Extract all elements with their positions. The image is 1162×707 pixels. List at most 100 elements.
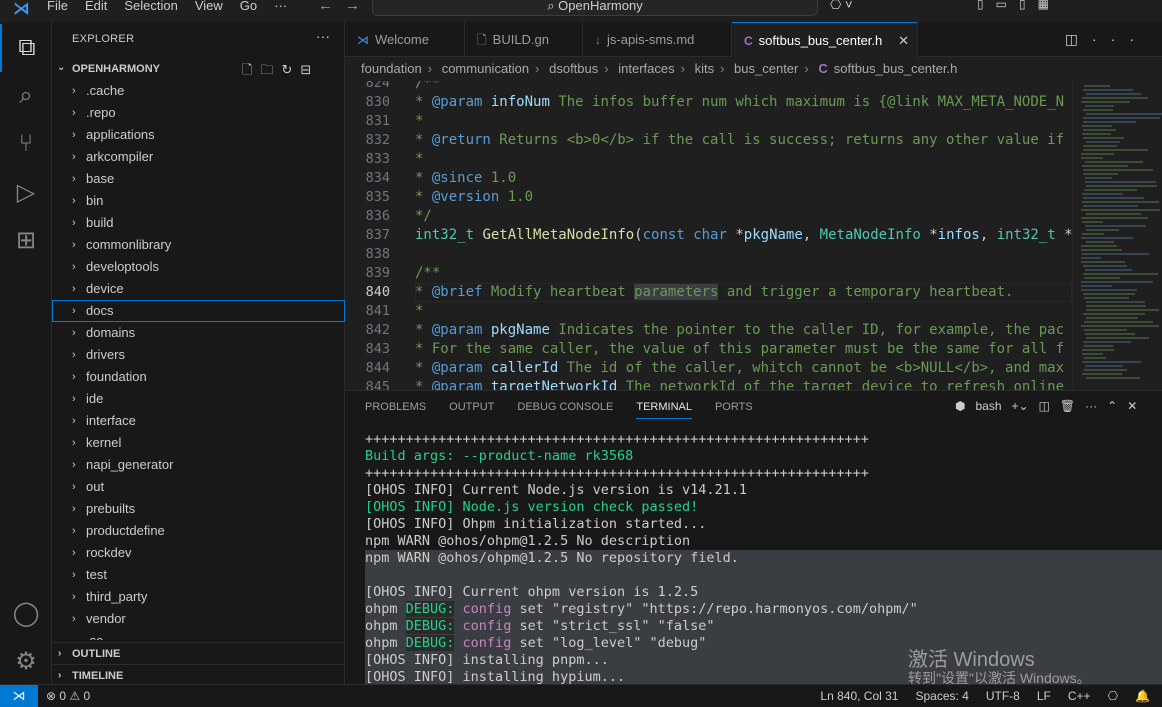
- tree-item[interactable]: › bin: [52, 190, 345, 212]
- tree-item[interactable]: › napi_generator: [52, 454, 345, 476]
- tree-item[interactable]: › ide: [52, 388, 345, 410]
- close-panel-icon[interactable]: ✕: [1127, 399, 1137, 413]
- refresh-icon[interactable]: ↻: [281, 62, 300, 77]
- toggle-sidebar-icon[interactable]: ▯: [977, 0, 984, 11]
- tree-item[interactable]: › prebuilts: [52, 498, 345, 520]
- tab-ports[interactable]: PORTS: [715, 401, 753, 419]
- line-number: 835: [365, 189, 390, 205]
- tab-problems[interactable]: PROBLEMS: [365, 401, 426, 419]
- breadcrumb-item[interactable]: bus_center: [734, 61, 798, 76]
- tab-js-apis-sms[interactable]: ↓ js-apis-sms.md: [583, 22, 732, 57]
- explorer-icon[interactable]: ⧉: [0, 24, 52, 72]
- more-actions-icon[interactable]: ···: [1092, 31, 1148, 47]
- tree-item[interactable]: › foundation: [52, 366, 345, 388]
- collapse-all-icon[interactable]: ⊟: [300, 62, 319, 77]
- settings-gear-icon[interactable]: ⚙: [0, 637, 52, 685]
- tree-item[interactable]: .so: [52, 630, 345, 640]
- tree-item[interactable]: › kernel: [52, 432, 345, 454]
- menu-view[interactable]: View: [195, 0, 223, 13]
- tree-item[interactable]: › base: [52, 168, 345, 190]
- indentation[interactable]: Spaces: 4: [915, 685, 968, 707]
- more-actions-icon[interactable]: ···: [1085, 399, 1097, 413]
- split-editor-icon[interactable]: ◫: [1065, 31, 1092, 47]
- tree-item[interactable]: › third_party: [52, 586, 345, 608]
- minimap[interactable]: [1072, 81, 1162, 390]
- tree-item[interactable]: › arkcompiler: [52, 146, 345, 168]
- problems-count[interactable]: ⊗ 0 ⚠ 0: [46, 685, 90, 707]
- forward-arrow-icon[interactable]: →: [345, 0, 372, 14]
- encoding[interactable]: UTF-8: [986, 685, 1020, 707]
- split-terminal-icon[interactable]: ◫: [1039, 399, 1050, 413]
- tree-item[interactable]: › .repo: [52, 102, 345, 124]
- run-debug-icon[interactable]: ▷: [0, 168, 52, 216]
- tree-item[interactable]: › docs: [52, 300, 345, 322]
- shell-name[interactable]: bash: [975, 399, 1001, 413]
- tree-item[interactable]: › applications: [52, 124, 345, 146]
- cursor-position[interactable]: Ln 840, Col 31: [820, 685, 898, 707]
- tab-welcome[interactable]: ⋊ Welcome: [345, 22, 465, 57]
- tree-item[interactable]: › developtools: [52, 256, 345, 278]
- tab-terminal[interactable]: TERMINAL: [636, 401, 692, 419]
- new-file-icon[interactable]: 🗋: [242, 62, 260, 77]
- close-icon[interactable]: ✕: [898, 23, 909, 58]
- copilot-status-icon[interactable]: ⎔: [1108, 685, 1118, 707]
- breadcrumb-item[interactable]: kits: [695, 61, 715, 76]
- tree-item[interactable]: › .cache: [52, 80, 345, 102]
- menu-go[interactable]: Go: [240, 0, 257, 13]
- tab-softbus-bus-center[interactable]: Csoftbus_bus_center.h ✕: [732, 22, 918, 57]
- account-icon[interactable]: ◯: [0, 589, 52, 637]
- timeline-section[interactable]: › TIMELINE: [52, 664, 345, 686]
- command-center-search[interactable]: ⌕ OpenHarmony: [372, 0, 818, 16]
- tab-debug-console[interactable]: DEBUG CONSOLE: [517, 401, 613, 419]
- tab-output[interactable]: OUTPUT: [449, 401, 494, 419]
- menu-more[interactable]: ···: [274, 0, 287, 13]
- customize-layout-icon[interactable]: ▦: [1038, 0, 1049, 11]
- notifications-icon[interactable]: 🔔: [1135, 685, 1150, 707]
- copilot-icon[interactable]: ⎔ ˅: [830, 0, 853, 13]
- tree-item[interactable]: › interface: [52, 410, 345, 432]
- source-control-icon[interactable]: ⑂: [0, 120, 52, 168]
- breadcrumb-item[interactable]: foundation: [361, 61, 422, 76]
- outline-section[interactable]: › OUTLINE: [52, 642, 345, 664]
- menu-selection[interactable]: Selection: [124, 0, 177, 13]
- tree-item[interactable]: › rockdev: [52, 542, 345, 564]
- tree-item[interactable]: › drivers: [52, 344, 345, 366]
- minimap-line: [1085, 177, 1112, 179]
- more-actions-icon[interactable]: ···: [316, 28, 330, 44]
- tree-item[interactable]: › domains: [52, 322, 345, 344]
- code-editor[interactable]: 824 /** 830 * @param infoNum The infos buf…: [345, 81, 1162, 390]
- breadcrumb-item[interactable]: communication: [442, 61, 529, 76]
- toggle-secondary-sidebar-icon[interactable]: ▯: [1019, 0, 1026, 11]
- tree-item[interactable]: › build: [52, 212, 345, 234]
- new-terminal-icon[interactable]: +⌄: [1012, 399, 1029, 413]
- remote-icon[interactable]: ⋊: [0, 685, 38, 707]
- tree-item[interactable]: › device: [52, 278, 345, 300]
- toggle-panel-icon[interactable]: ▭: [996, 0, 1007, 11]
- tree-item[interactable]: › out: [52, 476, 345, 498]
- kill-terminal-icon[interactable]: 🗑: [1060, 399, 1075, 413]
- line-ending[interactable]: LF: [1037, 685, 1051, 707]
- tree-item[interactable]: › productdefine: [52, 520, 345, 542]
- minimap-line: [1083, 89, 1133, 91]
- tab-build-gn[interactable]: 🗋 BUILD.gn: [465, 22, 583, 57]
- new-folder-icon[interactable]: 🗀: [260, 62, 281, 77]
- maximize-panel-icon[interactable]: ⌃: [1107, 399, 1117, 413]
- terminal-output[interactable]: ++++++++++++++++++++++++++++++++++++++++…: [365, 431, 1162, 685]
- search-icon[interactable]: ⌕: [0, 72, 52, 120]
- menu-edit[interactable]: Edit: [85, 0, 107, 13]
- breadcrumb-item[interactable]: interfaces: [618, 61, 674, 76]
- code-line: 842 * @param pkgName Indicates the point…: [345, 321, 1072, 340]
- menu-file[interactable]: File: [47, 0, 68, 13]
- tab-label: BUILD.gn: [492, 32, 550, 47]
- breadcrumb-item[interactable]: dsoftbus: [549, 61, 598, 76]
- extensions-icon[interactable]: ⊞: [0, 216, 52, 264]
- project-header[interactable]: ⌄ OPENHARMONY 🗋🗀↻⊟: [52, 60, 345, 80]
- terminal-line: [OHOS INFO] Current Node.js version is v…: [365, 482, 748, 498]
- tree-item[interactable]: › commonlibrary: [52, 234, 345, 256]
- tree-item-label: applications: [86, 127, 155, 142]
- tree-item[interactable]: › vendor: [52, 608, 345, 630]
- back-arrow-icon[interactable]: ←: [318, 0, 345, 14]
- breadcrumb-item[interactable]: softbus_bus_center.h: [834, 61, 958, 76]
- language-mode[interactable]: C++: [1068, 685, 1091, 707]
- tree-item[interactable]: › test: [52, 564, 345, 586]
